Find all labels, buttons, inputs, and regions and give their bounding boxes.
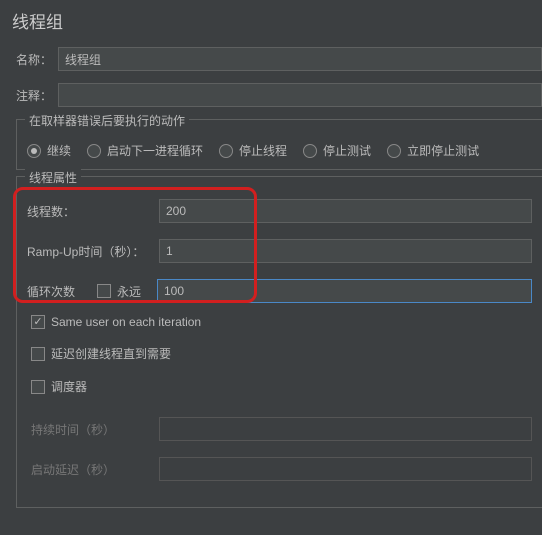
checkbox-icon [97,284,111,298]
rampup-input[interactable] [159,239,532,263]
radio-icon [219,144,233,158]
radio-label: 立即停止测试 [407,142,479,159]
same-user-checkbox[interactable]: Same user on each iteration [31,315,532,329]
scheduler-label: 调度器 [51,378,87,395]
radio-icon [87,144,101,158]
loop-count-input[interactable] [157,279,532,303]
startup-delay-label: 启动延迟（秒） [31,461,159,478]
radio-label: 继续 [47,142,71,159]
radio-continue[interactable]: 继续 [27,142,71,159]
forever-checkbox[interactable]: 永远 [97,283,157,300]
radio-label: 停止线程 [239,142,287,159]
name-input[interactable] [58,47,542,71]
same-user-label: Same user on each iteration [51,315,201,329]
panel-title: 线程组 [12,8,542,33]
thread-props-fieldset: 线程属性 线程数： Ramp-Up时间（秒）： 循环次数 永远 Same use… [16,176,542,508]
radio-stop-thread[interactable]: 停止线程 [219,142,287,159]
radio-start-next[interactable]: 启动下一进程循环 [87,142,203,159]
delay-create-label: 延迟创建线程直到需要 [51,345,171,362]
radio-stop-test[interactable]: 停止测试 [303,142,371,159]
sampler-error-title: 在取样器错误后要执行的动作 [25,112,189,129]
forever-label: 永远 [117,283,141,300]
scheduler-checkbox[interactable]: 调度器 [31,378,532,395]
thread-props-title: 线程属性 [25,169,81,186]
delay-create-checkbox[interactable]: 延迟创建线程直到需要 [31,345,532,362]
name-label: 名称： [16,51,58,68]
rampup-label: Ramp-Up时间（秒）： [27,243,159,260]
radio-icon [27,144,41,158]
duration-label: 持续时间（秒） [31,421,159,438]
radio-label: 启动下一进程循环 [107,142,203,159]
checkbox-icon [31,315,45,329]
sampler-error-fieldset: 在取样器错误后要执行的动作 继续 启动下一进程循环 停止线程 停止测试 立即停止… [16,119,542,170]
radio-stop-test-now[interactable]: 立即停止测试 [387,142,479,159]
radio-label: 停止测试 [323,142,371,159]
comment-input[interactable] [58,83,542,107]
checkbox-icon [31,380,45,394]
startup-delay-input [159,457,532,481]
checkbox-icon [31,347,45,361]
threads-label: 线程数： [27,203,159,220]
threads-input[interactable] [159,199,532,223]
loop-label: 循环次数 [27,283,97,300]
radio-icon [387,144,401,158]
duration-input [159,417,532,441]
radio-icon [303,144,317,158]
comment-label: 注释： [16,87,58,104]
